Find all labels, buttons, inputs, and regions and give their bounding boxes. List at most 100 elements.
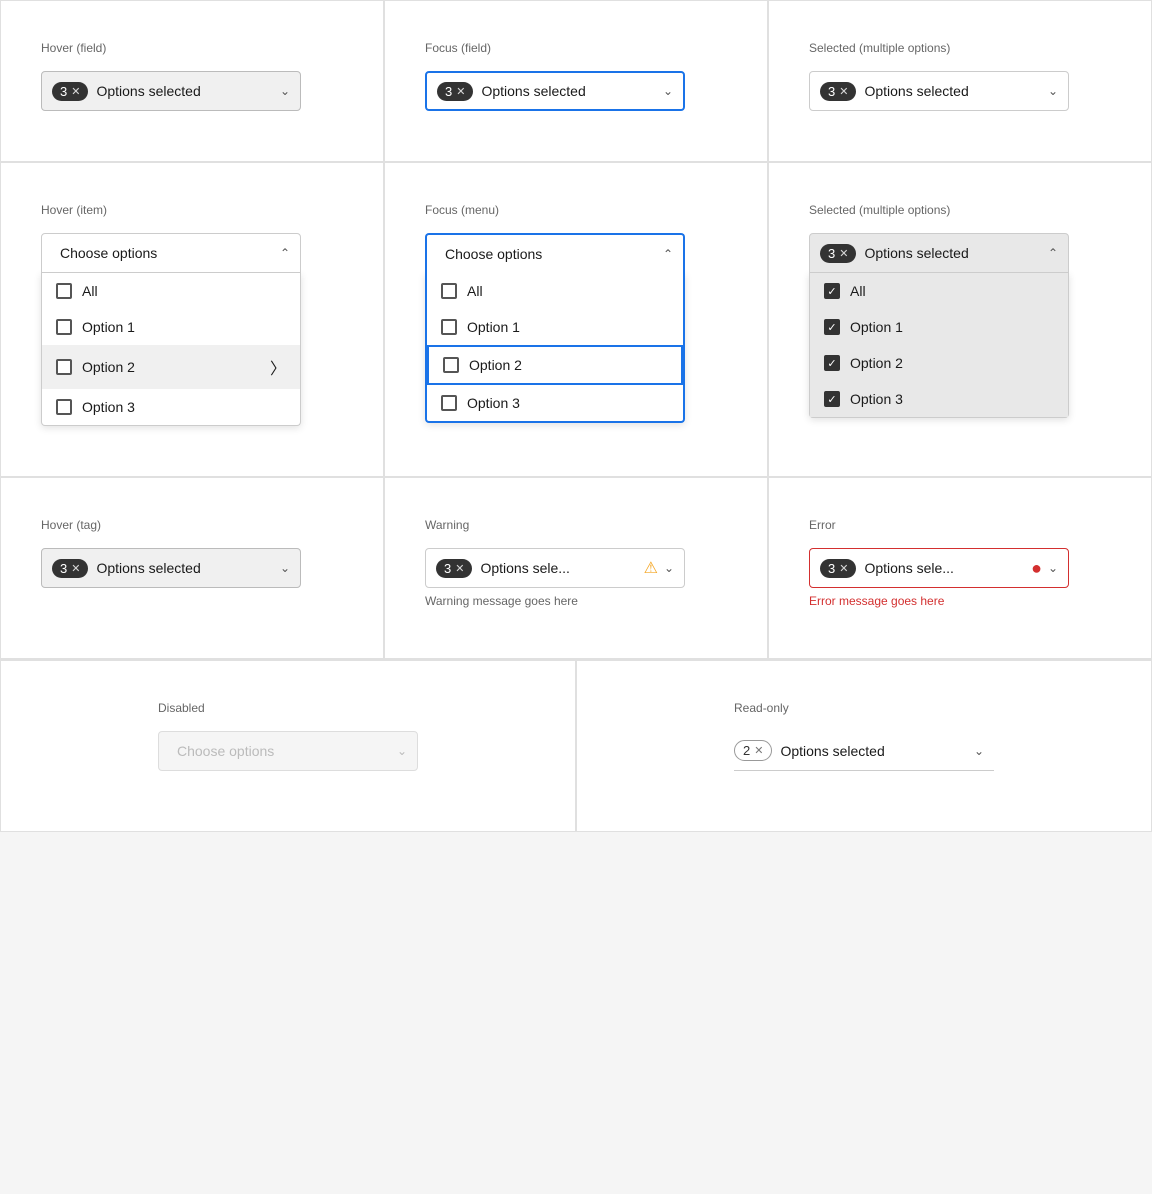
readonly-inner: Read-only 2 ✕ Options selected ⌄ [734, 701, 994, 771]
selected-multiple-2-badge-count: 3 [828, 246, 835, 261]
error-badge-count: 3 [828, 561, 835, 576]
hover-tag-chevron-icon: ⌄ [280, 561, 290, 575]
selected-multiple-1-badge[interactable]: 3 ✕ [820, 82, 856, 101]
hover-tag-select[interactable]: 3 ✕ Options selected ⌄ [41, 548, 301, 588]
error-select[interactable]: 3 ✕ Options sele... ● ⌄ [809, 548, 1069, 588]
hover-item-chevron-icon: ⌃ [280, 246, 290, 260]
disabled-cell: Disabled Choose options ⌄ [0, 660, 576, 832]
error-chevron-icon: ⌄ [1048, 561, 1058, 575]
hover-item-option2-checkbox[interactable] [56, 359, 72, 375]
hover-item-option3[interactable]: Option 3 [42, 389, 300, 425]
selected-multiple-2-all[interactable]: ✓ All [810, 273, 1068, 309]
focus-menu-label: Focus (menu) [425, 203, 727, 217]
focus-menu-option2-checkbox[interactable] [443, 357, 459, 373]
readonly-badge-count: 2 [743, 743, 750, 758]
hover-tag-close-icon[interactable]: ✕ [71, 562, 80, 575]
error-text: Options sele... [864, 560, 1031, 576]
selected-multiple-1-select[interactable]: 3 ✕ Options selected ⌄ [809, 71, 1069, 111]
focus-menu-option2[interactable]: Option 2 [427, 345, 683, 385]
hover-field-badge-count: 3 [60, 84, 67, 99]
focus-field-badge-count: 3 [445, 84, 452, 99]
hover-tag-label: Hover (tag) [41, 518, 343, 532]
hover-item-all[interactable]: All [42, 273, 300, 309]
hover-item-wrapper: Choose options ⌃ All Option 1 Option 2 〉 [41, 233, 301, 426]
hover-item-option2-label: Option 2 [82, 359, 135, 375]
focus-menu-wrapper: Choose options ⌃ All Option 1 Option 2 [425, 233, 685, 423]
focus-field-select[interactable]: 3 ✕ Options selected ⌄ [425, 71, 685, 111]
selected-multiple-2-option2[interactable]: ✓ Option 2 [810, 345, 1068, 381]
warning-close-icon[interactable]: ✕ [455, 562, 464, 575]
hover-item-option3-label: Option 3 [82, 399, 135, 415]
focus-menu-cell: Focus (menu) Choose options ⌃ All Option… [384, 162, 768, 477]
hover-item-option1-checkbox[interactable] [56, 319, 72, 335]
selected-multiple-1-close-icon[interactable]: ✕ [839, 85, 848, 98]
warning-badge[interactable]: 3 ✕ [436, 559, 472, 578]
hover-item-option1[interactable]: Option 1 [42, 309, 300, 345]
selected-multiple-1-label: Selected (multiple options) [809, 41, 1111, 55]
focus-menu-select[interactable]: Choose options ⌃ [425, 233, 685, 273]
selected-multiple-2-chevron-icon: ⌃ [1048, 246, 1058, 260]
readonly-select: 2 ✕ Options selected ⌄ [734, 731, 994, 771]
readonly-label: Read-only [734, 701, 994, 715]
focus-menu-option3[interactable]: Option 3 [427, 385, 683, 421]
warning-text: Options sele... [480, 560, 643, 576]
focus-menu-option3-checkbox[interactable] [441, 395, 457, 411]
hover-field-chevron-icon: ⌄ [280, 84, 290, 98]
warning-cell: Warning 3 ✕ Options sele... ⚠ ⌄ Warning … [384, 477, 768, 659]
hover-cursor-icon: 〉 [270, 355, 286, 379]
focus-menu-option1-label: Option 1 [467, 319, 520, 335]
selected-multiple-2-option1-checkbox[interactable]: ✓ [824, 319, 840, 335]
warning-select[interactable]: 3 ✕ Options sele... ⚠ ⌄ [425, 548, 685, 588]
focus-menu-option3-label: Option 3 [467, 395, 520, 411]
selected-multiple-2-option3-label: Option 3 [850, 391, 903, 407]
readonly-cell: Read-only 2 ✕ Options selected ⌄ [576, 660, 1152, 832]
focus-field-badge[interactable]: 3 ✕ [437, 82, 473, 101]
selected-multiple-2-option1[interactable]: ✓ Option 1 [810, 309, 1068, 345]
hover-field-select[interactable]: 3 ✕ Options selected ⌄ [41, 71, 301, 111]
focus-field-chevron-icon: ⌄ [663, 84, 673, 98]
hover-item-all-label: All [82, 283, 98, 299]
hover-item-all-checkbox[interactable] [56, 283, 72, 299]
hover-item-placeholder: Choose options [60, 245, 280, 261]
selected-multiple-2-option2-checkbox[interactable]: ✓ [824, 355, 840, 371]
hover-item-menu: All Option 1 Option 2 〉 Option 3 [41, 273, 301, 426]
readonly-close-icon: ✕ [754, 744, 763, 757]
disabled-inner: Disabled Choose options ⌄ [158, 701, 418, 771]
hover-tag-badge[interactable]: 3 ✕ [52, 559, 88, 578]
warning-badge-count: 3 [444, 561, 451, 576]
hover-item-option2[interactable]: Option 2 〉 [42, 345, 300, 389]
focus-menu-option1-checkbox[interactable] [441, 319, 457, 335]
error-message: Error message goes here [809, 594, 1111, 608]
hover-field-badge[interactable]: 3 ✕ [52, 82, 88, 101]
disabled-placeholder: Choose options [177, 743, 397, 759]
error-badge[interactable]: 3 ✕ [820, 559, 856, 578]
selected-multiple-2-option3-checkbox[interactable]: ✓ [824, 391, 840, 407]
hover-tag-cell: Hover (tag) 3 ✕ Options selected ⌄ [0, 477, 384, 659]
selected-multiple-1-badge-count: 3 [828, 84, 835, 99]
selected-multiple-2-dropdown: ✓ All ✓ Option 1 ✓ Option 2 ✓ Option 3 [809, 273, 1069, 418]
error-close-icon[interactable]: ✕ [839, 562, 848, 575]
selected-multiple-2-select[interactable]: 3 ✕ Options selected ⌃ [809, 233, 1069, 273]
selected-multiple-2-option2-label: Option 2 [850, 355, 903, 371]
hover-item-select[interactable]: Choose options ⌃ [41, 233, 301, 273]
hover-field-close-icon[interactable]: ✕ [71, 85, 80, 98]
selected-multiple-2-wrapper: 3 ✕ Options selected ⌃ ✓ All ✓ Option 1 … [809, 233, 1069, 418]
selected-multiple-2-close-icon[interactable]: ✕ [839, 247, 848, 260]
focus-menu-all-checkbox[interactable] [441, 283, 457, 299]
warning-label: Warning [425, 518, 727, 532]
hover-field-label: Hover (field) [41, 41, 343, 55]
warning-chevron-icon: ⌄ [664, 561, 674, 575]
disabled-select: Choose options ⌄ [158, 731, 418, 771]
focus-menu-option1[interactable]: Option 1 [427, 309, 683, 345]
selected-multiple-2-badge[interactable]: 3 ✕ [820, 244, 856, 263]
error-icon: ● [1031, 558, 1042, 579]
focus-field-cell: Focus (field) 3 ✕ Options selected ⌄ [384, 0, 768, 162]
focus-field-close-icon[interactable]: ✕ [456, 85, 465, 98]
hover-item-option3-checkbox[interactable] [56, 399, 72, 415]
disabled-chevron-icon: ⌄ [397, 744, 407, 758]
selected-multiple-1-text: Options selected [864, 83, 1047, 99]
focus-menu-all[interactable]: All [427, 273, 683, 309]
readonly-text: Options selected [780, 743, 973, 759]
selected-multiple-2-all-checkbox[interactable]: ✓ [824, 283, 840, 299]
selected-multiple-2-option3[interactable]: ✓ Option 3 [810, 381, 1068, 417]
